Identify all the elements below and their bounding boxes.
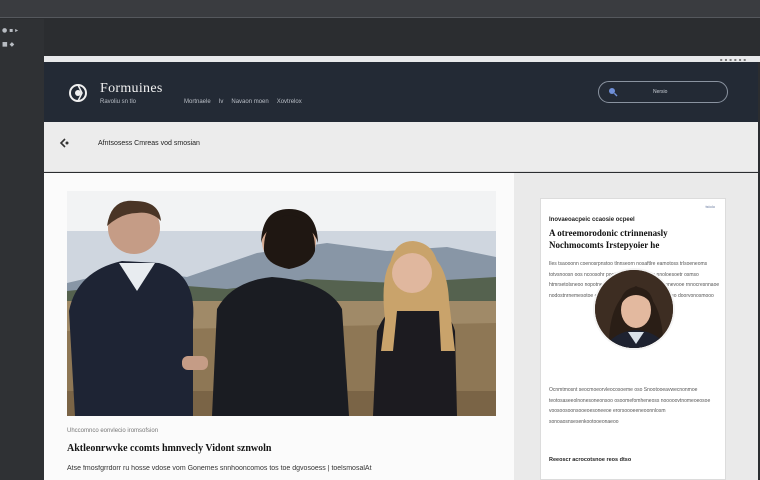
rail-icon-a[interactable]: ● ▪ ▸	[2, 27, 18, 34]
sidebar-footer[interactable]: Reeoscr acrocotsnoe reos dtso	[549, 457, 631, 463]
site-title[interactable]: Formuines	[100, 81, 163, 97]
search-icon[interactable]	[608, 87, 618, 97]
nav-item-3[interactable]: Navaon moen	[231, 99, 268, 105]
article-byline: Atse fmosfgrrdorr ru hosse vdose vom Gon…	[67, 465, 372, 472]
app-left-rail: ● ▪ ▸ ■ ◆	[0, 19, 44, 480]
back-icon[interactable]	[58, 137, 70, 149]
photo-illustration	[67, 191, 496, 416]
avatar[interactable]	[593, 268, 675, 350]
search-input[interactable]: Nersio	[598, 81, 728, 103]
sidebar-card: tstolo Inovaeoacpeic ccaosie ocpeel A ot…	[540, 198, 726, 480]
nav-item-2[interactable]: Iv	[219, 99, 224, 105]
sidebar-kicker: Inovaeoacpeic ccaosie ocpeel	[549, 217, 635, 223]
main-nav: Mortnaele Iv Navaon moen Xovtrelox	[184, 99, 302, 105]
sidebar-title[interactable]: A otreemorodonic ctrinnenasly Nochmocomt…	[549, 227, 724, 251]
nav-item-1[interactable]: Mortnaele	[184, 99, 211, 105]
rail-icon-b[interactable]: ■ ◆	[2, 41, 14, 48]
article-headline[interactable]: Aktleonrwvke ccomts hmnvecly Vidont sznw…	[67, 443, 271, 454]
article-card: Uhccomnco eonvlecio iromsofsion Aktleonr…	[44, 173, 514, 480]
nav-item-4[interactable]: Xovtrelox	[277, 99, 302, 105]
sidebar-badge[interactable]: tstolo	[705, 204, 715, 209]
breadcrumb-bar: Afntsosess Cmreas vod smosian	[44, 122, 758, 172]
site-header: Formuines Ravoliu sn tlo Mortnaele Iv Na…	[44, 62, 758, 122]
sidebar-text-b: Ocnmtmosnt seocmoeorvleocosoeme oso Snoo…	[549, 387, 711, 425]
article-photo[interactable]	[67, 191, 496, 416]
breadcrumb[interactable]: Afntsosess Cmreas vod smosian	[98, 140, 200, 147]
article-kicker: Uhccomnco eonvlecio iromsofsion	[67, 428, 159, 434]
os-top-strip	[0, 0, 760, 18]
avatar-portrait	[595, 270, 673, 348]
site-tagline: Ravoliu sn tlo	[100, 99, 137, 105]
compass-logo-icon[interactable]	[68, 83, 88, 103]
search-placeholder: Nersio	[653, 89, 668, 95]
